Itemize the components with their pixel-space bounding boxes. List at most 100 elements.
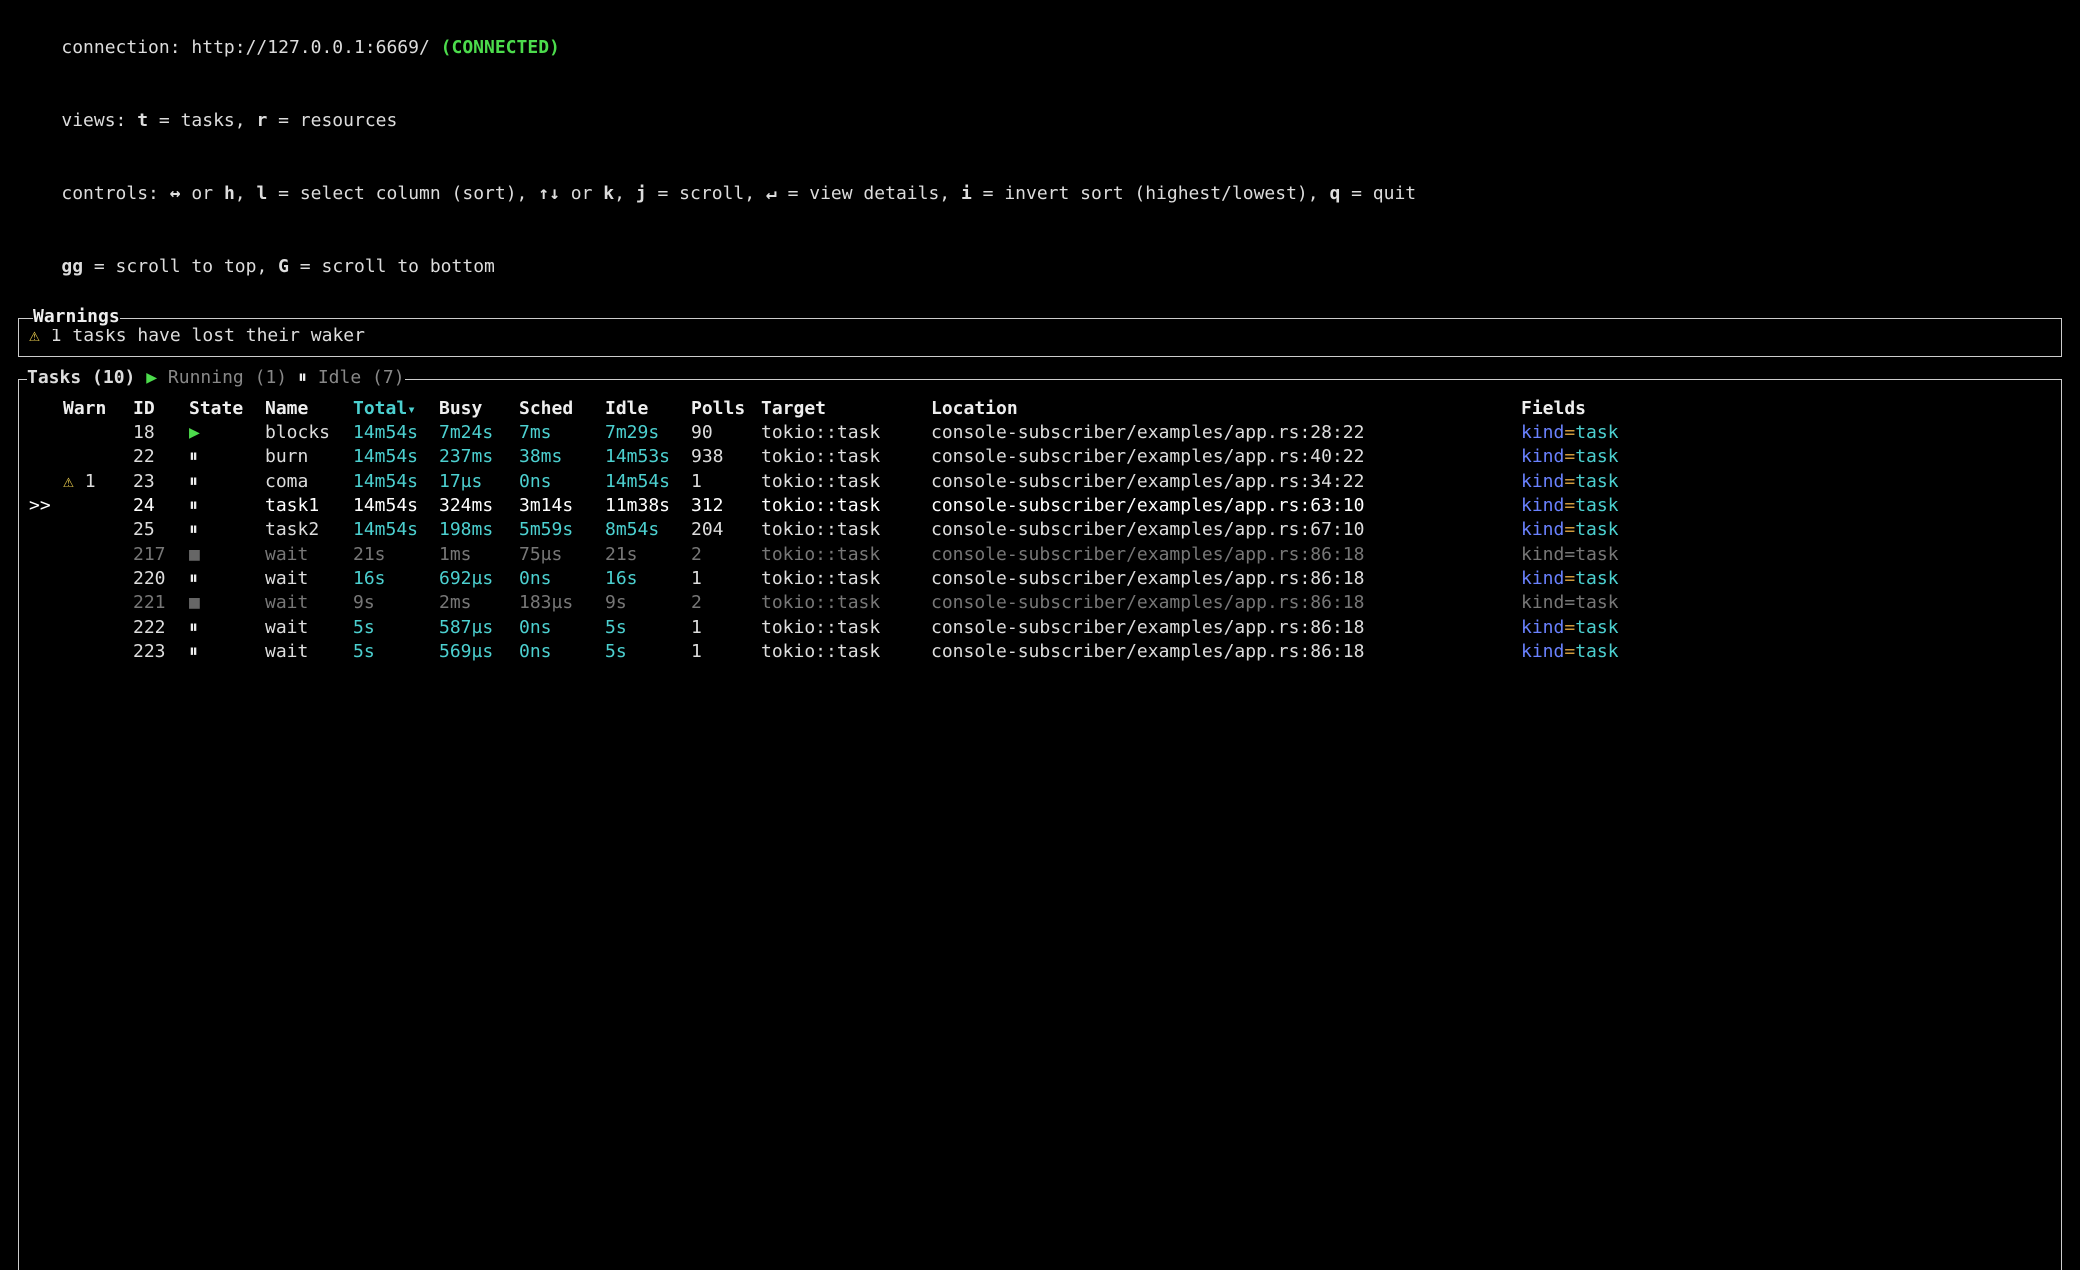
cell-busy: 2ms — [439, 591, 519, 615]
views-key-r[interactable]: r — [256, 110, 267, 131]
controls-label: controls: — [61, 183, 169, 204]
col-fields[interactable]: Fields — [1521, 397, 1625, 421]
table-row[interactable]: 223⏸wait5s569µs0ns5s1tokio::taskconsole-… — [29, 640, 1625, 664]
table-row[interactable]: >>24⏸task114m54s324ms3m14s11m38s312tokio… — [29, 494, 1625, 518]
table-row[interactable]: 222⏸wait5s587µs0ns5s1tokio::taskconsole-… — [29, 616, 1625, 640]
tasks-table[interactable]: Warn ID State Name Total▾ Busy Sched Idl… — [29, 397, 1625, 664]
cell-total: 14m54s — [353, 518, 439, 542]
field-key: kind — [1521, 422, 1564, 443]
col-target[interactable]: Target — [761, 397, 931, 421]
col-idle[interactable]: Idle — [605, 397, 691, 421]
key-gg[interactable]: gg — [61, 256, 83, 277]
field-eq: = — [1564, 544, 1575, 565]
key-i[interactable]: i — [961, 183, 972, 204]
cell-sel — [29, 445, 63, 469]
field-key: kind — [1521, 592, 1564, 613]
views-key-t[interactable]: t — [137, 110, 148, 131]
cell-id: 220 — [133, 567, 189, 591]
col-sched[interactable]: Sched — [519, 397, 605, 421]
table-row[interactable]: 18▶blocks14m54s7m24s7ms7m29s90tokio::tas… — [29, 421, 1625, 445]
key-enter[interactable]: ↵ — [766, 183, 777, 204]
col-polls[interactable]: Polls — [691, 397, 761, 421]
terminal-screen: connection: http://127.0.0.1:6669/ (CONN… — [0, 0, 2080, 1270]
row-selector — [29, 422, 51, 443]
cell-id: 23 — [133, 470, 189, 494]
state-icon: ⏸ — [189, 568, 198, 589]
cell-id: 223 — [133, 640, 189, 664]
cell-location: console-subscriber/examples/app.rs:86:18 — [931, 591, 1521, 615]
cell-location: console-subscriber/examples/app.rs:28:22 — [931, 421, 1521, 445]
tasks-after: ) — [125, 367, 147, 388]
field-eq: = — [1564, 568, 1575, 589]
idle-count: 7 — [383, 367, 394, 388]
cell-polls: 1 — [691, 616, 761, 640]
row-selector — [29, 471, 51, 492]
cell-target: tokio::task — [761, 567, 931, 591]
cell-sel: >> — [29, 494, 63, 518]
cell-total: 5s — [353, 616, 439, 640]
key-q[interactable]: q — [1329, 183, 1340, 204]
cell-sel — [29, 518, 63, 542]
state-icon: ⏸ — [189, 446, 198, 467]
col-busy[interactable]: Busy — [439, 397, 519, 421]
cell-busy: 569µs — [439, 640, 519, 664]
key-k[interactable]: k — [603, 183, 614, 204]
key-left-right[interactable]: ↔ — [170, 183, 181, 204]
cell-state: ⏸ — [189, 494, 265, 518]
table-row[interactable]: 221■wait9s2ms183µs9s2tokio::taskconsole-… — [29, 591, 1625, 615]
cell-name: wait — [265, 567, 353, 591]
cell-id: 217 — [133, 543, 189, 567]
col-warn[interactable]: Warn — [63, 397, 133, 421]
cell-id: 221 — [133, 591, 189, 615]
cell-name: burn — [265, 445, 353, 469]
key-up-down[interactable]: ↑↓ — [538, 183, 560, 204]
cell-warn: ⚠ 1 — [63, 470, 133, 494]
col-id[interactable]: ID — [133, 397, 189, 421]
cell-sched: 3m14s — [519, 494, 605, 518]
row-selector — [29, 544, 51, 565]
cell-location: console-subscriber/examples/app.rs:67:10 — [931, 518, 1521, 542]
col-state[interactable]: State — [189, 397, 265, 421]
table-row[interactable]: 217■wait21s1ms75µs21s2tokio::taskconsole… — [29, 543, 1625, 567]
key-big-g[interactable]: G — [278, 256, 289, 277]
cell-warn — [63, 421, 133, 445]
cell-polls: 938 — [691, 445, 761, 469]
key-h[interactable]: h — [224, 183, 235, 204]
cell-sched: 183µs — [519, 591, 605, 615]
cell-state: ⏸ — [189, 445, 265, 469]
running-after: ) — [276, 367, 298, 388]
cell-sched: 38ms — [519, 445, 605, 469]
cell-sel — [29, 591, 63, 615]
cell-location: console-subscriber/examples/app.rs:86:18 — [931, 543, 1521, 567]
state-icon: ⏸ — [189, 519, 198, 540]
cell-idle: 11m38s — [605, 494, 691, 518]
cell-total: 14m54s — [353, 494, 439, 518]
comma-1: , — [235, 183, 257, 204]
key-l[interactable]: l — [256, 183, 267, 204]
table-row[interactable]: ⚠ 123⏸coma14m54s17µs0ns14m54s1tokio::tas… — [29, 470, 1625, 494]
views-desc-r: = resources — [267, 110, 397, 131]
col-name[interactable]: Name — [265, 397, 353, 421]
table-row[interactable]: 22⏸burn14m54s237ms38ms14m53s938tokio::ta… — [29, 445, 1625, 469]
cell-total: 14m54s — [353, 445, 439, 469]
col-total[interactable]: Total▾ — [353, 397, 439, 421]
cell-state: ⏸ — [189, 640, 265, 664]
cell-sched: 0ns — [519, 616, 605, 640]
table-row[interactable]: 220⏸wait16s692µs0ns16s1tokio::taskconsol… — [29, 567, 1625, 591]
field-val: task — [1575, 592, 1618, 613]
cell-name: task1 — [265, 494, 353, 518]
idle-label: Idle ( — [307, 367, 383, 388]
table-header-row: Warn ID State Name Total▾ Busy Sched Idl… — [29, 397, 1625, 421]
table-row[interactable]: 25⏸task214m54s198ms5m59s8m54s204tokio::t… — [29, 518, 1625, 542]
field-val: task — [1575, 544, 1618, 565]
cell-fields: kind=task — [1521, 470, 1625, 494]
field-key: kind — [1521, 641, 1564, 662]
cell-location: console-subscriber/examples/app.rs:34:22 — [931, 470, 1521, 494]
cell-fields: kind=task — [1521, 445, 1625, 469]
warnings-panel: Warnings ⚠ 1 tasks have lost their waker — [18, 318, 2062, 357]
key-j[interactable]: j — [636, 183, 647, 204]
cell-idle: 16s — [605, 567, 691, 591]
tasks-title: Tasks (10) ▶ Running (1) ⏸ Idle (7) — [27, 366, 405, 390]
col-location[interactable]: Location — [931, 397, 1521, 421]
cell-polls: 1 — [691, 567, 761, 591]
